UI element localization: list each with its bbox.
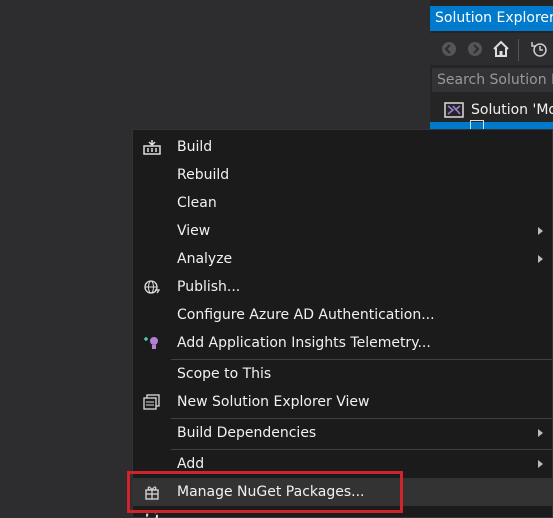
search-input[interactable]: Search Solution E	[432, 68, 553, 92]
context-menu: Build Rebuild Clean View Analyze Publish…	[132, 129, 553, 518]
menu-item-analyze[interactable]: Analyze	[133, 245, 552, 273]
submenu-arrow-icon	[538, 429, 543, 437]
menu-label: Publish...	[177, 279, 241, 295]
menu-item-configure-azure-ad[interactable]: Configure Azure AD Authentication...	[133, 301, 552, 329]
menu-label: Build Dependencies	[177, 425, 317, 441]
back-icon[interactable]	[440, 40, 458, 58]
solution-label: Solution 'Mo	[471, 102, 553, 118]
menu-item-build-dependencies[interactable]: Build Dependencies	[133, 419, 552, 447]
build-icon	[143, 140, 161, 155]
menu-item-publish[interactable]: Publish...	[133, 273, 552, 301]
menu-label: New Solution Explorer View	[177, 394, 370, 410]
menu-item-scope-to-this[interactable]: Scope to This	[133, 360, 552, 388]
solution-explorer-toolbar	[430, 33, 553, 65]
new-view-icon	[143, 394, 160, 410]
submenu-arrow-icon	[538, 227, 543, 235]
menu-item-build[interactable]: Build	[133, 133, 552, 161]
menu-item-rebuild[interactable]: Rebuild	[133, 161, 552, 189]
menu-label: Scope to This	[177, 366, 272, 382]
menu-label: Clean	[177, 195, 217, 211]
highlight-annotation	[127, 471, 403, 513]
home-icon[interactable]	[492, 40, 510, 58]
menu-label: Analyze	[177, 251, 233, 267]
history-icon[interactable]	[530, 40, 548, 58]
menu-label: Build	[177, 139, 213, 155]
publish-globe-icon	[144, 280, 161, 294]
menu-item-new-solution-explorer-view[interactable]: New Solution Explorer View	[133, 388, 552, 416]
menu-label: Add Application Insights Telemetry...	[177, 335, 431, 351]
toolbar-divider	[518, 39, 519, 61]
submenu-arrow-icon	[538, 255, 543, 263]
menu-label: Configure Azure AD Authentication...	[177, 307, 435, 323]
menu-item-clean[interactable]: Clean	[133, 189, 552, 217]
menu-label: Rebuild	[177, 167, 230, 183]
solution-explorer-title: Solution Explorer	[430, 6, 553, 31]
submenu-arrow-icon	[538, 460, 543, 468]
tree-item-solution[interactable]: Solution 'Mo	[430, 98, 553, 122]
app-insights-icon	[144, 337, 158, 349]
forward-icon[interactable]	[466, 40, 484, 58]
menu-item-add-app-insights[interactable]: Add Application Insights Telemetry...	[133, 329, 552, 357]
solution-icon	[444, 102, 464, 118]
menu-label: View	[177, 223, 211, 239]
menu-item-view[interactable]: View	[133, 217, 552, 245]
